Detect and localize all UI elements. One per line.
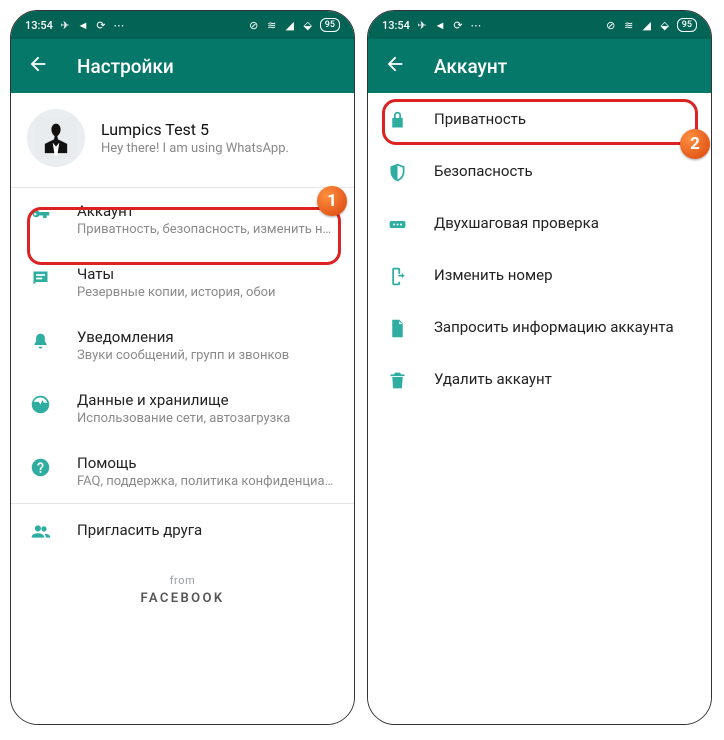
avatar — [27, 109, 85, 167]
settings-data[interactable]: Данные и хранилище Использование сети, а… — [11, 377, 354, 440]
appbar: Аккаунт — [368, 39, 711, 93]
document-icon — [386, 317, 408, 339]
bell-icon — [29, 330, 51, 352]
phone-left: 13:54 ✈ ◄ ⟳ ⋯ ⊘ ≋ ◢ ⬙ 95 Настройки Lumpi… — [10, 10, 355, 725]
row-title: Помощь — [77, 454, 338, 472]
row-title: Приватность — [434, 110, 695, 128]
signal-icon: ◢ — [641, 19, 653, 31]
row-title: Данные и хранилище — [77, 391, 338, 409]
row-title: Безопасность — [434, 162, 695, 180]
battery-indicator: 95 — [677, 18, 697, 32]
account-content: Приватность Безопасность Двухшаговая про… — [368, 93, 711, 724]
row-title: Уведомления — [77, 328, 338, 346]
phone-right: 13:54 ✈ ◄ ⟳ ⋯ ⊘ ≋ ◢ ⬙ 95 Аккаунт Приватн… — [367, 10, 712, 725]
more-icon: ⋯ — [470, 19, 482, 31]
statusbar: 13:54 ✈ ◄ ⟳ ⋯ ⊘ ≋ ◢ ⬙ 95 — [368, 11, 711, 39]
status-time: 13:54 — [382, 19, 410, 32]
alarm-off-icon: ⊘ — [605, 19, 617, 31]
dots-icon — [386, 213, 408, 235]
people-icon — [29, 520, 51, 542]
phone-swap-icon — [386, 265, 408, 287]
settings-content: Lumpics Test 5 Hey there! I am using Wha… — [11, 93, 354, 724]
signal-icon: ◢ — [284, 19, 296, 31]
row-sub: Резервные копии, история, обои — [77, 285, 338, 300]
more-icon: ⋯ — [113, 19, 125, 31]
vibrate-icon: ≋ — [266, 19, 278, 31]
alarm-off-icon: ⊘ — [248, 19, 260, 31]
telegram-icon: ✈ — [416, 19, 428, 31]
page-title: Аккаунт — [434, 55, 507, 78]
data-icon — [29, 393, 51, 415]
wifi-icon: ⬙ — [302, 19, 314, 31]
account-request-info[interactable]: Запросить информацию аккаунта — [368, 301, 711, 353]
account-change-number[interactable]: Изменить номер — [368, 249, 711, 301]
row-title: Пригласить друга — [77, 521, 338, 539]
row-title: Чаты — [77, 265, 338, 283]
sync-icon: ⟳ — [95, 19, 107, 31]
row-title: Аккаунт — [77, 202, 338, 220]
back-icon[interactable] — [384, 53, 406, 79]
row-sub: Использование сети, автозагрузка — [77, 411, 338, 426]
row-title: Удалить аккаунт — [434, 370, 695, 388]
footer: from FACEBOOK — [11, 556, 354, 622]
callout-marker-2: 2 — [680, 129, 710, 159]
account-delete[interactable]: Удалить аккаунт — [368, 353, 711, 405]
vibrate-icon: ≋ — [623, 19, 635, 31]
settings-account[interactable]: Аккаунт Приватность, безопасность, измен… — [11, 188, 354, 251]
telegram-icon: ✈ — [59, 19, 71, 31]
row-title: Запросить информацию аккаунта — [434, 318, 695, 336]
chat-icon — [29, 267, 51, 289]
statusbar: 13:54 ✈ ◄ ⟳ ⋯ ⊘ ≋ ◢ ⬙ 95 — [11, 11, 354, 39]
location-icon: ◄ — [77, 19, 89, 31]
shield-icon — [386, 161, 408, 183]
row-sub: FAQ, поддержка, политика конфиденциальн.… — [77, 474, 338, 489]
footer-brand: FACEBOOK — [11, 591, 354, 606]
back-icon[interactable] — [27, 53, 49, 79]
row-sub: Приватность, безопасность, изменить номе… — [77, 222, 338, 237]
appbar: Настройки — [11, 39, 354, 93]
settings-invite[interactable]: Пригласить друга — [11, 504, 354, 556]
location-icon: ◄ — [434, 19, 446, 31]
profile-name: Lumpics Test 5 — [101, 120, 338, 139]
trash-icon — [386, 369, 408, 391]
settings-help[interactable]: Помощь FAQ, поддержка, политика конфиден… — [11, 440, 354, 503]
profile-row[interactable]: Lumpics Test 5 Hey there! I am using Wha… — [11, 93, 354, 187]
account-privacy[interactable]: Приватность — [368, 93, 711, 145]
key-icon — [29, 204, 51, 226]
settings-notifications[interactable]: Уведомления Звуки сообщений, групп и зво… — [11, 314, 354, 377]
settings-chats[interactable]: Чаты Резервные копии, история, обои — [11, 251, 354, 314]
profile-status: Hey there! I am using WhatsApp. — [101, 141, 338, 156]
help-icon — [29, 456, 51, 478]
account-two-step[interactable]: Двухшаговая проверка — [368, 197, 711, 249]
battery-indicator: 95 — [320, 18, 340, 32]
wifi-icon: ⬙ — [659, 19, 671, 31]
page-title: Настройки — [77, 55, 174, 78]
status-time: 13:54 — [25, 19, 53, 32]
row-title: Изменить номер — [434, 266, 695, 284]
sync-icon: ⟳ — [452, 19, 464, 31]
footer-from: from — [11, 574, 354, 587]
row-title: Двухшаговая проверка — [434, 214, 695, 232]
row-sub: Звуки сообщений, групп и звонков — [77, 348, 338, 363]
lock-icon — [386, 109, 408, 131]
callout-marker-1: 1 — [317, 186, 347, 216]
account-security[interactable]: Безопасность — [368, 145, 711, 197]
